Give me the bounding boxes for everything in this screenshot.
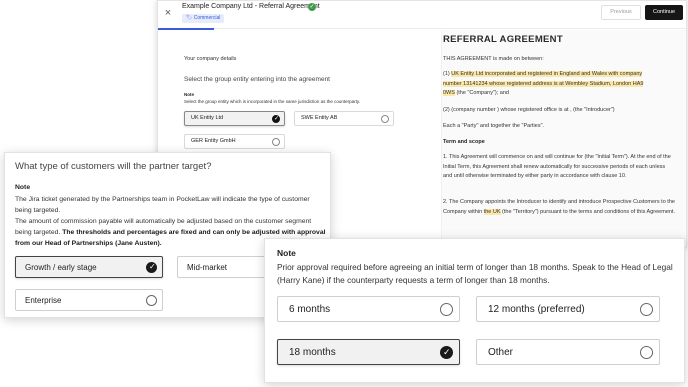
radio-checked-icon: [272, 115, 280, 123]
category-badge: 🏷 Commercial: [182, 14, 225, 23]
term-option-label: 6 months: [289, 304, 331, 315]
customer-option-growth[interactable]: Growth / early stage: [15, 256, 163, 278]
check-circle-icon: ✓: [308, 3, 316, 11]
radio-checked-icon: [146, 262, 157, 273]
customer-option-label: Enterprise: [25, 296, 62, 305]
document-party-1: (1) UK Entity Ltd incorporated and regis…: [443, 71, 644, 97]
close-icon[interactable]: ×: [162, 6, 174, 20]
entity-note-heading: Note: [184, 92, 194, 97]
document-preview: REFERRAL AGREEMENT THIS AGREEMENT is mad…: [441, 30, 686, 247]
term-note-heading: Note: [277, 248, 296, 258]
entity-option-ger[interactable]: GER Entity GmbH: [184, 134, 285, 149]
term-option-6-months[interactable]: 6 months: [277, 296, 460, 322]
entity-option-swe[interactable]: SWE Entity AB: [294, 111, 394, 126]
entity-option-label: SWE Entity AB: [301, 115, 338, 121]
radio-empty-icon: [272, 138, 280, 146]
document-section-heading: Term and scope: [443, 139, 485, 145]
radio-checked-icon: [440, 346, 453, 359]
section-label: Your company details: [184, 56, 237, 62]
radio-empty-icon: [381, 115, 389, 123]
entity-question: Select the group entity entering into th…: [184, 76, 330, 83]
term-option-12-months[interactable]: 12 months (preferred): [476, 296, 660, 322]
customer-option-enterprise[interactable]: Enterprise: [15, 289, 163, 311]
term-option-label: 12 months (preferred): [488, 304, 585, 315]
customer-note-heading: Note: [15, 184, 31, 191]
initial-term-card: Note Prior approval required before agre…: [264, 238, 685, 383]
term-option-other[interactable]: Other: [476, 339, 660, 365]
entity-option-label: UK Entity Ltd: [191, 115, 224, 121]
customer-option-label: Mid-market: [187, 263, 228, 272]
entity-option-label: GER Entity GmbH: [191, 138, 236, 144]
highlighted-text: the UK: [483, 208, 501, 215]
entity-note-text: Select the group entity which is incorpo…: [184, 99, 361, 104]
term-option-18-months[interactable]: 18 months: [277, 339, 460, 365]
term-option-label: 18 months: [289, 347, 336, 358]
radio-empty-icon: [146, 295, 157, 306]
window-title: Example Company Ltd - Referral Agreement: [182, 3, 320, 10]
customer-type-question: What type of customers will the partner …: [15, 161, 212, 172]
customer-option-label: Growth / early stage: [25, 263, 97, 272]
radio-empty-icon: [640, 346, 653, 359]
document-parties: Each a "Party" and together the "Parties…: [443, 123, 545, 129]
radio-empty-icon: [440, 303, 453, 316]
continue-button[interactable]: Continue: [645, 5, 683, 20]
document-clause-2: 2. The Company appoints the Introducer t…: [443, 199, 675, 215]
radio-empty-icon: [640, 303, 653, 316]
previous-button[interactable]: Previous: [601, 5, 641, 20]
document-title: REFERRAL AGREEMENT: [443, 34, 563, 45]
term-option-label: Other: [488, 347, 514, 358]
document-clause-1: 1. This Agreement will commence on and w…: [443, 154, 671, 180]
document-intro: THIS AGREEMENT is made on between:: [443, 56, 544, 62]
entity-option-uk[interactable]: UK Entity Ltd: [184, 111, 285, 126]
customer-note-line-1: The Jira ticket generated by the Partner…: [15, 196, 310, 214]
term-note-text: Prior approval required before agreeing …: [277, 262, 673, 285]
document-party-2: (2) (company number ) whose registered o…: [443, 107, 615, 113]
window-header: × Example Company Ltd - Referral Agreeme…: [158, 1, 686, 29]
